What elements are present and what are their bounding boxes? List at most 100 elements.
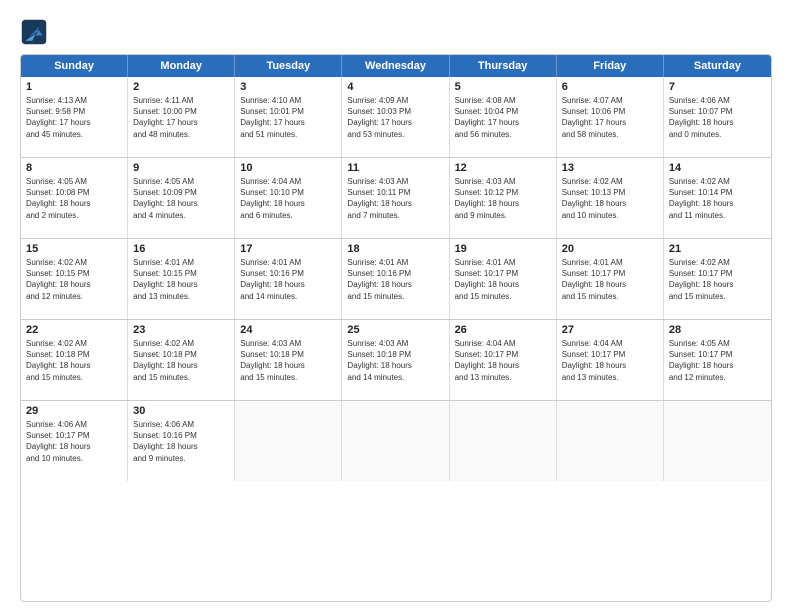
calendar-week-3: 22Sunrise: 4:02 AM Sunset: 10:18 PM Dayl… <box>21 320 771 401</box>
day-info: Sunrise: 4:03 AM Sunset: 10:18 PM Daylig… <box>347 338 443 383</box>
calendar-cell-8: 8 Sunrise: 4:05 AM Sunset: 10:08 PM Dayli… <box>21 158 128 238</box>
day-info: Sunrise: 4:01 AM Sunset: 10:16 PM Daylig… <box>347 257 443 302</box>
calendar-week-2: 15 Sunrise: 4:02 AM Sunset: 10:15 PM Dayl… <box>21 239 771 320</box>
calendar-cell-26: 26 Sunrise: 4:04 AM Sunset: 10:17 PM Dayl… <box>450 320 557 400</box>
day-number: 23 <box>133 324 229 336</box>
day-number: 30 <box>133 405 229 417</box>
day-info: Sunrise: 4:04 AM Sunset: 10:17 PM Daylig… <box>455 338 551 383</box>
day-number: 8 <box>26 162 122 174</box>
day-info: Sunrise: 4:06 AM Sunset: 10:07 PM Daylig… <box>669 95 766 140</box>
calendar-cell-21: 21 Sunrise: 4:02 AM Sunset: 10:17 PM Dayl… <box>664 239 771 319</box>
day-number: 9 <box>133 162 229 174</box>
day-number: 10 <box>240 162 336 174</box>
day-info: Sunrise: 4:03 AM Sunset: 10:11 PM Daylig… <box>347 176 443 221</box>
day-info: Sunrise: 4:03 AM Sunset: 10:12 PM Daylig… <box>455 176 551 221</box>
calendar-cell-14: 14 Sunrise: 4:02 AM Sunset: 10:14 PM Dayl… <box>664 158 771 238</box>
calendar-cell-28: 28 Sunrise: 4:05 AM Sunset: 10:17 PM Dayl… <box>664 320 771 400</box>
day-info: Sunrise: 4:05 AM Sunset: 10:17 PM Daylig… <box>669 338 766 383</box>
day-number: 13 <box>562 162 658 174</box>
day-number: 21 <box>669 243 766 255</box>
day-info: Sunrise: 4:09 AM Sunset: 10:03 PM Daylig… <box>347 95 443 140</box>
day-info: Sunrise: 4:06 AM Sunset: 10:17 PM Daylig… <box>26 419 122 464</box>
day-number: 12 <box>455 162 551 174</box>
calendar-cell-19: 19Sunrise: 4:01 AM Sunset: 10:17 PM Dayl… <box>450 239 557 319</box>
calendar-cell-23: 23 Sunrise: 4:02 AM Sunset: 10:18 PM Dayl… <box>128 320 235 400</box>
day-number: 15 <box>26 243 122 255</box>
day-number: 19 <box>455 243 551 255</box>
day-number: 27 <box>562 324 658 336</box>
day-number: 2 <box>133 81 229 93</box>
calendar-week-0: 1 Sunrise: 4:13 AM Sunset: 9:58 PM Daylig… <box>21 77 771 158</box>
day-info: Sunrise: 4:02 AM Sunset: 10:17 PM Daylig… <box>669 257 766 302</box>
day-info: Sunrise: 4:02 AM Sunset: 10:14 PM Daylig… <box>669 176 766 221</box>
day-info: Sunrise: 4:13 AM Sunset: 9:58 PM Dayligh… <box>26 95 122 140</box>
calendar-cell-empty-4 <box>450 401 557 481</box>
day-number: 16 <box>133 243 229 255</box>
day-number: 5 <box>455 81 551 93</box>
calendar-header: SundayMondayTuesdayWednesdayThursdayFrid… <box>21 55 771 77</box>
day-info: Sunrise: 4:11 AM Sunset: 10:00 PM Daylig… <box>133 95 229 140</box>
calendar-cell-12: 12 Sunrise: 4:03 AM Sunset: 10:12 PM Dayl… <box>450 158 557 238</box>
calendar: SundayMondayTuesdayWednesdayThursdayFrid… <box>20 54 772 602</box>
calendar-cell-1: 1 Sunrise: 4:13 AM Sunset: 9:58 PM Daylig… <box>21 77 128 157</box>
calendar-cell-27: 27 Sunrise: 4:04 AM Sunset: 10:17 PM Dayl… <box>557 320 664 400</box>
day-number: 24 <box>240 324 336 336</box>
day-info: Sunrise: 4:02 AM Sunset: 10:15 PM Daylig… <box>26 257 122 302</box>
day-number: 1 <box>26 81 122 93</box>
day-info: Sunrise: 4:01 AM Sunset: 10:17 PM Daylig… <box>562 257 658 302</box>
day-info: Sunrise: 4:01 AM Sunset: 10:15 PM Daylig… <box>133 257 229 302</box>
calendar-cell-4: 4 Sunrise: 4:09 AM Sunset: 10:03 PM Dayli… <box>342 77 449 157</box>
calendar-cell-empty-6 <box>664 401 771 481</box>
calendar-cell-22: 22Sunrise: 4:02 AM Sunset: 10:18 PM Dayl… <box>21 320 128 400</box>
day-number: 6 <box>562 81 658 93</box>
day-number: 28 <box>669 324 766 336</box>
day-info: Sunrise: 4:03 AM Sunset: 10:18 PM Daylig… <box>240 338 336 383</box>
day-number: 4 <box>347 81 443 93</box>
day-number: 25 <box>347 324 443 336</box>
calendar-cell-25: 25 Sunrise: 4:03 AM Sunset: 10:18 PM Dayl… <box>342 320 449 400</box>
calendar-cell-empty-3 <box>342 401 449 481</box>
day-info: Sunrise: 4:10 AM Sunset: 10:01 PM Daylig… <box>240 95 336 140</box>
calendar-cell-9: 9Sunrise: 4:05 AM Sunset: 10:09 PM Dayli… <box>128 158 235 238</box>
logo-icon <box>20 18 48 46</box>
calendar-cell-empty-5 <box>557 401 664 481</box>
day-info: Sunrise: 4:08 AM Sunset: 10:04 PM Daylig… <box>455 95 551 140</box>
calendar-cell-11: 11Sunrise: 4:03 AM Sunset: 10:11 PM Dayl… <box>342 158 449 238</box>
calendar-cell-24: 24 Sunrise: 4:03 AM Sunset: 10:18 PM Dayl… <box>235 320 342 400</box>
calendar-cell-18: 18 Sunrise: 4:01 AM Sunset: 10:16 PM Dayl… <box>342 239 449 319</box>
calendar-body: 1 Sunrise: 4:13 AM Sunset: 9:58 PM Daylig… <box>21 77 771 481</box>
calendar-cell-3: 3 Sunrise: 4:10 AM Sunset: 10:01 PM Dayli… <box>235 77 342 157</box>
calendar-cell-17: 17Sunrise: 4:01 AM Sunset: 10:16 PM Dayl… <box>235 239 342 319</box>
day-number: 18 <box>347 243 443 255</box>
header-day-monday: Monday <box>128 55 235 77</box>
header-day-sunday: Sunday <box>21 55 128 77</box>
calendar-cell-6: 6Sunrise: 4:07 AM Sunset: 10:06 PM Dayli… <box>557 77 664 157</box>
calendar-cell-7: 7 Sunrise: 4:06 AM Sunset: 10:07 PM Dayli… <box>664 77 771 157</box>
calendar-cell-29: 29 Sunrise: 4:06 AM Sunset: 10:17 PM Dayl… <box>21 401 128 481</box>
day-number: 29 <box>26 405 122 417</box>
day-info: Sunrise: 4:02 AM Sunset: 10:18 PM Daylig… <box>26 338 122 383</box>
calendar-cell-15: 15 Sunrise: 4:02 AM Sunset: 10:15 PM Dayl… <box>21 239 128 319</box>
day-number: 7 <box>669 81 766 93</box>
day-number: 17 <box>240 243 336 255</box>
day-number: 3 <box>240 81 336 93</box>
header-day-tuesday: Tuesday <box>235 55 342 77</box>
day-number: 26 <box>455 324 551 336</box>
day-info: Sunrise: 4:04 AM Sunset: 10:10 PM Daylig… <box>240 176 336 221</box>
page: SundayMondayTuesdayWednesdayThursdayFrid… <box>0 0 792 612</box>
day-info: Sunrise: 4:02 AM Sunset: 10:18 PM Daylig… <box>133 338 229 383</box>
calendar-cell-16: 16 Sunrise: 4:01 AM Sunset: 10:15 PM Dayl… <box>128 239 235 319</box>
day-number: 20 <box>562 243 658 255</box>
calendar-cell-5: 5 Sunrise: 4:08 AM Sunset: 10:04 PM Dayli… <box>450 77 557 157</box>
calendar-cell-2: 2 Sunrise: 4:11 AM Sunset: 10:00 PM Dayli… <box>128 77 235 157</box>
day-info: Sunrise: 4:02 AM Sunset: 10:13 PM Daylig… <box>562 176 658 221</box>
calendar-cell-10: 10 Sunrise: 4:04 AM Sunset: 10:10 PM Dayl… <box>235 158 342 238</box>
day-number: 14 <box>669 162 766 174</box>
calendar-cell-empty-2 <box>235 401 342 481</box>
day-info: Sunrise: 4:05 AM Sunset: 10:08 PM Daylig… <box>26 176 122 221</box>
calendar-cell-30: 30Sunrise: 4:06 AM Sunset: 10:16 PM Dayl… <box>128 401 235 481</box>
logo <box>20 18 52 46</box>
header-day-thursday: Thursday <box>450 55 557 77</box>
day-info: Sunrise: 4:04 AM Sunset: 10:17 PM Daylig… <box>562 338 658 383</box>
calendar-week-4: 29 Sunrise: 4:06 AM Sunset: 10:17 PM Dayl… <box>21 401 771 481</box>
